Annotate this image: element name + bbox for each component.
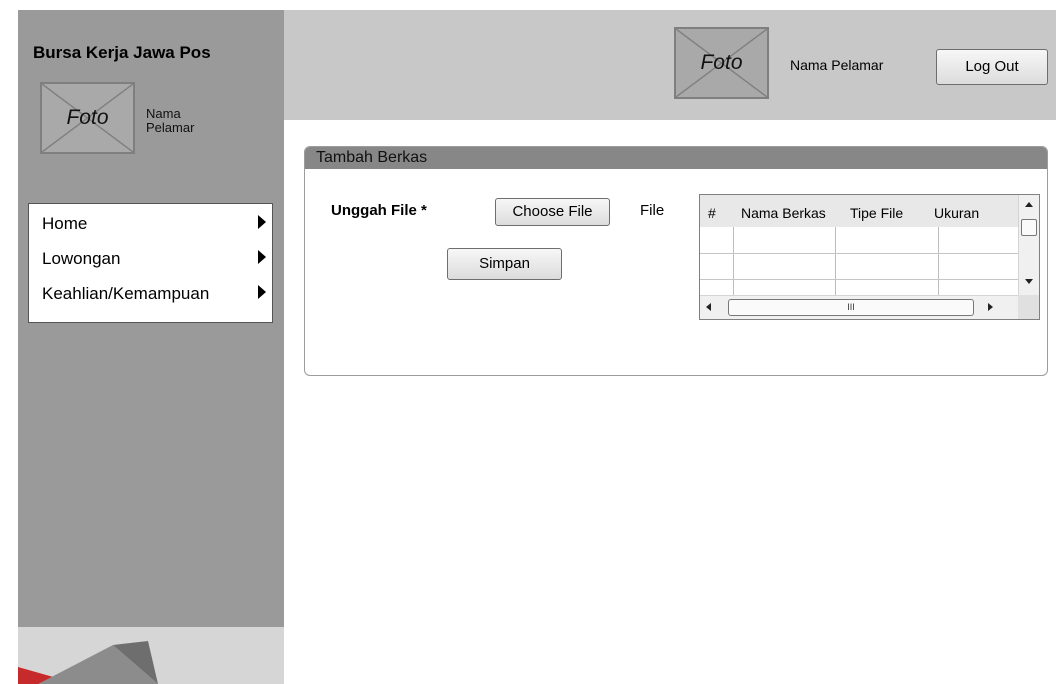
scroll-right-icon[interactable]	[988, 303, 993, 311]
choose-file-button[interactable]: Choose File	[495, 198, 610, 226]
row-divider	[700, 253, 1018, 254]
top-bar: Foto Nama Pelamar Log Out	[284, 10, 1056, 120]
vertical-scroll-thumb[interactable]	[1021, 219, 1037, 236]
add-file-panel: Tambah Berkas Unggah File * Choose File …	[304, 146, 1048, 376]
table-header: # Nama Berkas Tipe File Ukuran	[700, 195, 1018, 227]
logout-button[interactable]: Log Out	[936, 49, 1048, 85]
app-title: Bursa Kerja Jawa Pos	[33, 43, 211, 62]
watermark-logo	[18, 641, 158, 684]
chevron-right-icon	[258, 215, 266, 229]
menu-item-keahlian[interactable]: Keahlian/Kemampuan	[29, 278, 272, 308]
scroll-left-icon[interactable]	[706, 303, 711, 311]
chevron-right-icon	[258, 250, 266, 264]
column-header-nama-berkas[interactable]: Nama Berkas	[741, 205, 826, 221]
files-table[interactable]: # Nama Berkas Tipe File Ukuran III	[699, 194, 1040, 320]
column-divider	[938, 227, 939, 295]
panel-title: Tambah Berkas	[316, 149, 428, 166]
header-photo-label: Foto	[700, 51, 743, 74]
header-user-name: Nama Pelamar	[790, 57, 884, 73]
save-button[interactable]: Simpan	[447, 248, 562, 280]
vertical-scrollbar[interactable]	[1018, 195, 1039, 295]
menu-item-lowongan[interactable]: Lowongan	[29, 243, 272, 273]
menu-item-home[interactable]: Home	[29, 208, 272, 238]
column-header-number[interactable]: #	[708, 205, 716, 221]
column-divider	[835, 227, 836, 295]
chevron-right-icon	[258, 285, 266, 299]
column-header-tipe-file[interactable]: Tipe File	[850, 205, 903, 221]
scrollbar-corner	[1018, 295, 1039, 319]
panel-header: Tambah Berkas	[305, 147, 1047, 169]
row-divider	[700, 279, 1018, 280]
menu-item-label: Keahlian/Kemampuan	[42, 284, 210, 303]
column-header-ukuran[interactable]: Ukuran	[934, 205, 979, 221]
column-divider	[733, 227, 734, 295]
header-photo-placeholder: Foto	[674, 27, 769, 99]
scroll-down-icon[interactable]	[1025, 279, 1033, 284]
sidebar-menu: Home Lowongan Keahlian/Kemampuan	[28, 203, 273, 323]
upload-file-label: Unggah File *	[331, 202, 427, 219]
sidebar-photo-label: Foto	[66, 106, 109, 129]
sidebar-user-name: Nama Pelamar	[146, 106, 195, 135]
sidebar: Bursa Kerja Jawa Pos Foto Nama Pelamar H…	[18, 10, 284, 684]
scroll-up-icon[interactable]	[1025, 202, 1033, 207]
menu-item-label: Lowongan	[42, 249, 121, 268]
horizontal-scroll-thumb[interactable]: III	[728, 299, 974, 316]
horizontal-scrollbar[interactable]: III	[700, 295, 1020, 319]
sidebar-footer-band	[18, 627, 284, 684]
file-status-text: File	[640, 202, 665, 219]
sidebar-photo-placeholder: Foto	[40, 82, 135, 154]
menu-item-label: Home	[42, 214, 88, 233]
